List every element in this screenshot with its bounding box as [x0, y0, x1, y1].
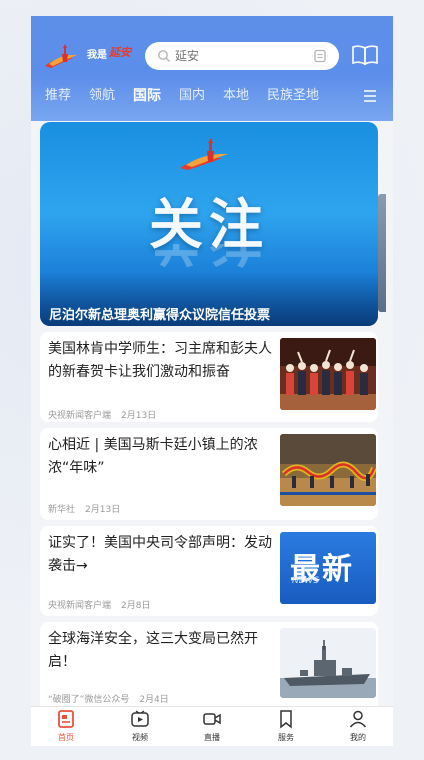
- camera-live-icon: [203, 713, 221, 725]
- tab-pilot[interactable]: 领航: [89, 84, 115, 108]
- nav-service[interactable]: 服务: [261, 709, 311, 746]
- logo-text: 我是: [87, 50, 107, 61]
- news-meta: “破圈了”微信公众号 2月4日: [48, 692, 169, 705]
- news-date: 2月13日: [121, 411, 157, 421]
- news-source: 新华社: [48, 505, 76, 515]
- news-title: 证实了！美国中央司令部声明：发动袭击→: [48, 535, 272, 574]
- news-thumbnail: 最新 NEWS: [280, 532, 376, 604]
- search-input[interactable]: [175, 46, 305, 66]
- home-news-icon: [58, 710, 74, 728]
- tab-holy-land[interactable]: 民族圣地: [267, 84, 319, 108]
- news-card[interactable]: 全球海洋安全，这三大变局已然开启！ “破圈了”微信公众号 2月4日: [40, 622, 378, 712]
- nav-label: 服务: [278, 733, 294, 742]
- app-screen: 我是 延安 推荐 领航 国际 国内 本地 民族圣地: [31, 16, 393, 746]
- tab-domestic[interactable]: 国内: [179, 84, 205, 108]
- user-icon: [349, 710, 367, 728]
- video-play-icon: [131, 710, 149, 727]
- news-meta: 央视新闻客户端 2月13日: [48, 408, 156, 421]
- news-thumbnail: [280, 628, 376, 698]
- open-book-icon[interactable]: [351, 43, 379, 67]
- news-date: 2月4日: [139, 695, 169, 705]
- bookmark-service-icon: [280, 710, 292, 729]
- top-header: 我是 延安 推荐 领航 国际 国内 本地 民族圣地: [31, 16, 393, 121]
- news-thumbnail: [280, 338, 376, 410]
- news-card[interactable]: 美国林肯中学师生：习主席和彭夫人的新春贺卡让我们激动和振奋 央视新闻客户端 2月1…: [40, 332, 378, 422]
- news-meta: 新华社 2月13日: [48, 502, 120, 515]
- nav-video[interactable]: 视频: [115, 709, 165, 746]
- search-icon: [158, 50, 170, 62]
- nav-live[interactable]: 直播: [187, 709, 237, 746]
- tab-local[interactable]: 本地: [223, 84, 249, 108]
- news-card[interactable]: 证实了！美国中央司令部声明：发动袭击→ 央视新闻客户端 2月8日 最新 NEWS: [40, 526, 378, 616]
- search-bar[interactable]: [145, 42, 339, 70]
- category-tabs: 推荐 领航 国际 国内 本地 民族圣地: [31, 84, 371, 108]
- nav-label: 我的: [350, 733, 366, 742]
- headline-banner[interactable]: 关注 关注 尼泊尔新总理奥利赢得众议院信任投票: [40, 122, 378, 326]
- news-source: 央视新闻客户端: [48, 411, 112, 421]
- group-photo-image: [280, 338, 376, 410]
- next-banner-peek[interactable]: [378, 194, 386, 312]
- news-source: 央视新闻客户端: [48, 601, 112, 611]
- tab-international[interactable]: 国际: [133, 84, 161, 108]
- app-logo[interactable]: 我是 延安: [43, 42, 139, 70]
- nav-home[interactable]: 首页: [41, 709, 91, 746]
- news-date: 2月13日: [85, 505, 121, 515]
- news-meta: 央视新闻客户端 2月8日: [48, 598, 150, 611]
- news-title: 美国林肯中学师生：习主席和彭夫人的新春贺卡让我们激动和振奋: [48, 341, 272, 380]
- news-title: 全球海洋安全，这三大变局已然开启！: [48, 631, 258, 670]
- warship-image: [280, 628, 376, 698]
- dragon-dance-image: [280, 434, 376, 506]
- menu-icon[interactable]: [363, 89, 377, 103]
- news-title: 心相近 | 美国马斯卡廷小镇上的浓浓“年味”: [48, 437, 258, 476]
- pagoda-logo-icon: [45, 44, 77, 68]
- tab-recommend[interactable]: 推荐: [45, 84, 71, 108]
- nav-label: 视频: [132, 733, 148, 742]
- news-source: “破圈了”微信公众号: [48, 695, 130, 705]
- scan-icon[interactable]: [313, 49, 327, 63]
- nav-label: 首页: [58, 733, 74, 742]
- banner-caption: 尼泊尔新总理奥利赢得众议院信任投票: [49, 308, 271, 323]
- pagoda-logo-icon: [180, 138, 228, 170]
- thumb-subtext: NEWS: [292, 576, 320, 586]
- bottom-nav: 首页 视频 直播 服务 我的: [31, 706, 393, 746]
- nav-mine[interactable]: 我的: [333, 709, 383, 746]
- news-card[interactable]: 心相近 | 美国马斯卡廷小镇上的浓浓“年味” 新华社 2月13日: [40, 428, 378, 520]
- news-thumbnail: [280, 434, 376, 506]
- nav-label: 直播: [204, 733, 220, 742]
- news-date: 2月8日: [121, 601, 151, 611]
- logo-text-accent: 延安: [109, 46, 131, 59]
